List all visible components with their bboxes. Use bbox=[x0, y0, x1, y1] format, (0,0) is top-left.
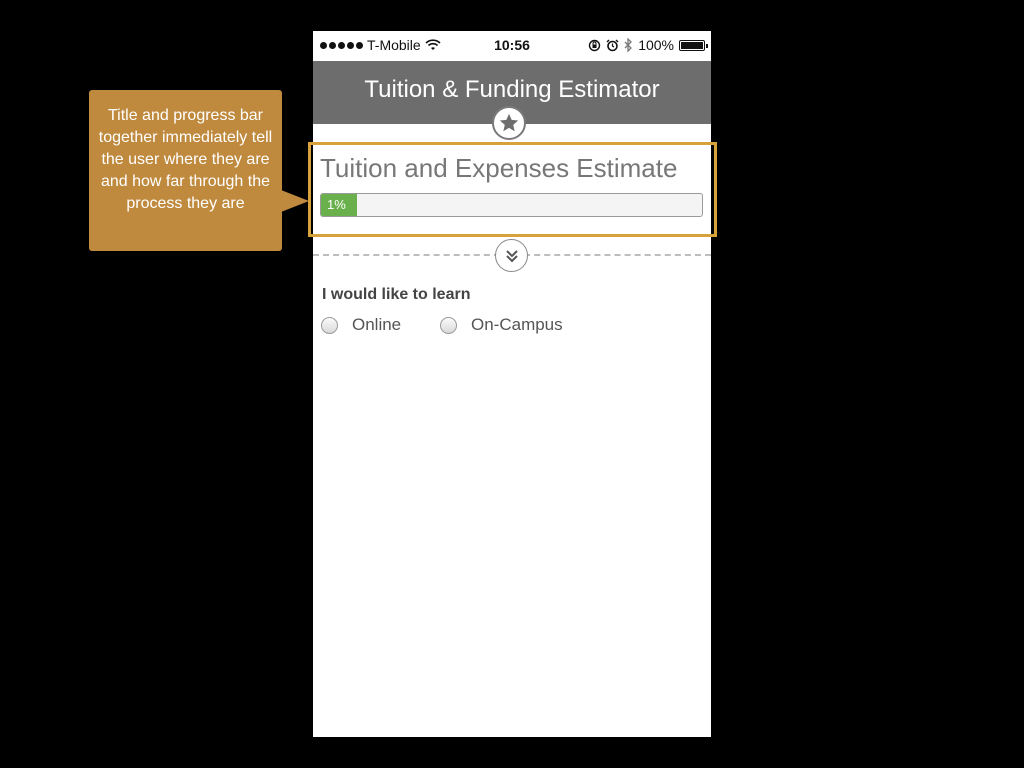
app-title: Tuition & Funding Estimator bbox=[364, 76, 660, 103]
double-chevron-down-icon bbox=[505, 249, 518, 262]
annotation-callout: Title and progress bar together immediat… bbox=[89, 90, 282, 251]
rotation-lock-icon bbox=[588, 39, 601, 51]
star-icon bbox=[499, 113, 519, 132]
status-bar: T-Mobile 10:56 100% bbox=[313, 31, 711, 61]
learning-mode-question: I would like to learn bbox=[322, 286, 471, 303]
radio-online-circle[interactable] bbox=[321, 316, 338, 334]
callout-pointer bbox=[281, 190, 309, 212]
battery-icon bbox=[679, 39, 708, 51]
radio-online[interactable]: Online bbox=[321, 315, 401, 335]
radio-online-label[interactable]: Online bbox=[352, 315, 401, 335]
expand-button[interactable] bbox=[495, 239, 528, 272]
progress-fill: 1% bbox=[321, 194, 357, 216]
annotation-text: Title and progress bar together immediat… bbox=[98, 107, 273, 212]
section-title: Tuition and Expenses Estimate bbox=[320, 153, 678, 183]
battery-fill bbox=[681, 41, 703, 49]
radio-on-campus-label[interactable]: On-Campus bbox=[471, 315, 563, 335]
slide-canvas: T-Mobile 10:56 100% Tuition & Funding Es… bbox=[0, 0, 1024, 768]
progress-label: 1% bbox=[327, 197, 346, 212]
bluetooth-icon bbox=[624, 38, 633, 52]
radio-on-campus[interactable]: On-Campus bbox=[440, 315, 563, 335]
battery-percent: 100% bbox=[638, 37, 674, 53]
status-right: 100% bbox=[588, 37, 708, 53]
star-badge bbox=[492, 106, 526, 140]
progress-bar: 1% bbox=[320, 193, 703, 217]
phone-screen: T-Mobile 10:56 100% Tuition & Funding Es… bbox=[313, 31, 711, 737]
alarm-icon bbox=[606, 39, 619, 51]
radio-on-campus-circle[interactable] bbox=[440, 316, 457, 334]
